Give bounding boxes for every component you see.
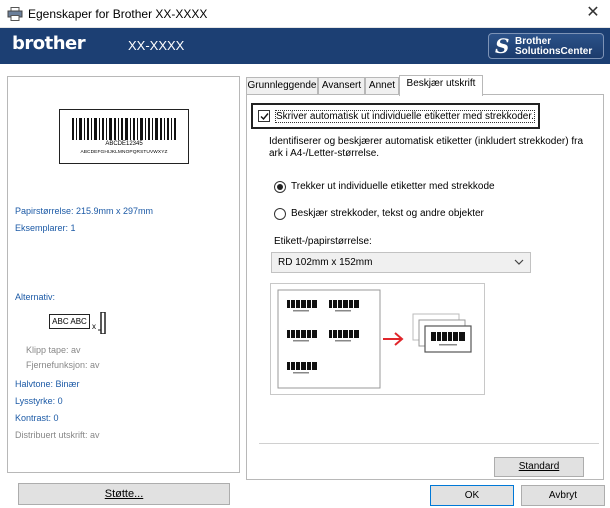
crop-illustration (270, 283, 485, 395)
tape-cut-icon (98, 312, 106, 334)
copies-info: Eksemplarer: 1 (15, 223, 76, 233)
distributed-print-info: Distribuert utskrift: av (15, 430, 100, 440)
extract-labels-label[interactable]: Trekker ut individuelle etiketter med st… (291, 181, 495, 192)
auto-print-checkbox[interactable] (258, 110, 270, 122)
settings-summary-panel: ABCDE12345 ABCDEFGHIJKLMNOPQRSTUVWXYZ Pa… (7, 76, 240, 473)
tab-basic[interactable]: Grunnleggende (246, 77, 318, 95)
paper-size-info: Papirstørrelse: 215.9mm x 297mm (15, 206, 154, 216)
brand-banner: brother XX-XXXX S Brother SolutionsCente… (0, 28, 610, 64)
auto-print-highlight: Skriver automatisk ut individuelle etike… (251, 103, 540, 129)
cut-options-icon: ABC ABC x (49, 308, 139, 340)
printer-icon (7, 7, 23, 21)
tab-crop-print[interactable]: Beskjær utskrift (399, 75, 483, 96)
auto-print-label-text: Skriver automatisk ut individuelle etike… (275, 110, 535, 123)
support-button-label: Støtte... (104, 488, 144, 500)
crop-objects-radio[interactable] (274, 208, 286, 220)
crop-objects-label[interactable]: Beskjær strekkoder, tekst og andre objek… (291, 208, 484, 219)
solutions-center-icon: S (495, 34, 510, 58)
cut-tape-info: Klipp tape: av (26, 345, 81, 355)
ok-button[interactable]: OK (430, 485, 514, 506)
chevron-down-icon (514, 259, 524, 265)
solutions-center-button[interactable]: S Brother SolutionsCenter (488, 33, 604, 59)
margin-removal-info: Fjernefunksjon: av (26, 360, 100, 370)
solutions-center-label-line2: SolutionsCenter (515, 46, 593, 57)
option-icon-text: ABC ABC (49, 314, 90, 329)
barcode-graphic (72, 118, 176, 140)
title-bar: Egenskaper for Brother XX-XXXX ✕ (0, 0, 610, 28)
label-preview: ABCDE12345 ABCDEFGHIJKLMNOPQRSTUVWXYZ (59, 109, 189, 164)
crop-print-panel: Skriver automatisk ut individuelle etike… (246, 94, 604, 480)
halftone-info: Halvtone: Binær (15, 379, 80, 389)
cancel-button[interactable]: Avbryt (521, 485, 605, 506)
options-heading: Alternativ: (15, 292, 56, 302)
option-icon-x: x (92, 322, 96, 331)
close-icon[interactable]: ✕ (582, 2, 604, 24)
window-title: Egenskaper for Brother XX-XXXX (28, 7, 208, 21)
standard-button[interactable]: Standard (494, 457, 584, 477)
label-size-value: RD 102mm x 152mm (278, 257, 373, 268)
auto-print-label[interactable]: Skriver automatisk ut individuelle etike… (275, 110, 535, 123)
radio-selected-dot (277, 184, 283, 190)
brightness-info: Lysstyrke: 0 (15, 396, 63, 406)
brother-logo: brother (12, 33, 86, 54)
support-button[interactable]: Støtte... (18, 483, 230, 505)
label-size-label: Etikett-/papirstørrelse: (274, 236, 372, 247)
checkmark-icon (260, 113, 269, 121)
extract-labels-radio[interactable] (274, 181, 286, 193)
auto-print-description: Identifiserer og beskjærer automatisk et… (269, 136, 584, 159)
panel-divider (259, 443, 599, 444)
crop-illustration-graphic (277, 289, 472, 389)
label-size-select[interactable]: RD 102mm x 152mm (271, 252, 531, 273)
tab-advanced[interactable]: Avansert (318, 77, 365, 95)
alphabet-text: ABCDEFGHIJKLMNOPQRSTUVWXYZ (80, 150, 168, 155)
tab-other[interactable]: Annet (365, 77, 399, 95)
barcode-text: ABCDE12345 (105, 141, 143, 147)
model-name: XX-XXXX (128, 38, 185, 53)
contrast-info: Kontrast: 0 (15, 413, 59, 423)
standard-button-label: Standard (518, 461, 560, 472)
